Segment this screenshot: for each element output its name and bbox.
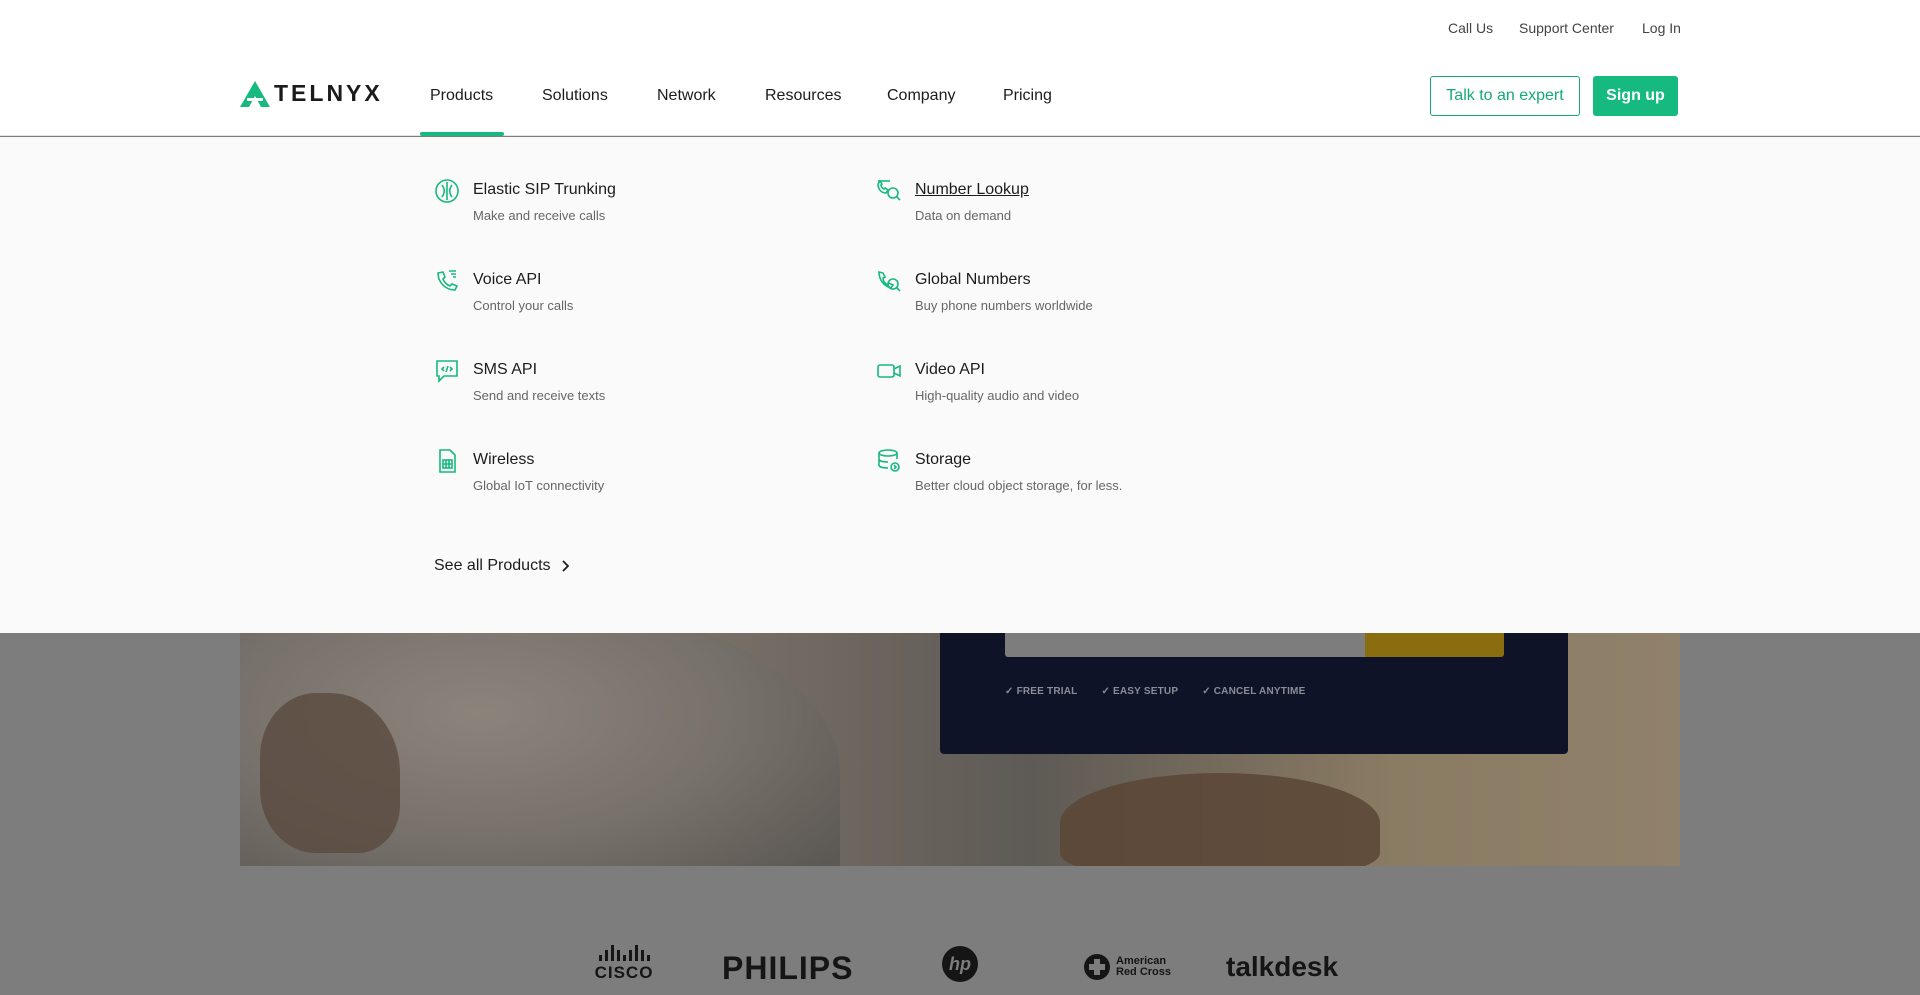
- utility-bar: Call Us Support Center Log In: [0, 0, 1920, 56]
- menu-item-global-numbers[interactable]: Global Numbers Buy phone numbers worldwi…: [876, 268, 1256, 328]
- menu-item-title: Number Lookup: [915, 181, 1029, 198]
- nav-company[interactable]: Company: [887, 87, 955, 105]
- telnyx-logo[interactable]: TELNYX: [240, 80, 383, 107]
- american-red-cross-logo: American Red Cross: [1084, 954, 1176, 980]
- menu-item-title: Global Numbers: [915, 271, 1031, 288]
- menu-item-elastic-sip-trunking[interactable]: Elastic SIP Trunking Make and receive ca…: [434, 178, 814, 238]
- storage-icon: [878, 449, 900, 472]
- talkdesk-logo: talkdesk: [1226, 951, 1339, 982]
- phone-icon: [437, 270, 459, 291]
- philips-logo: PHILIPS: [722, 950, 854, 986]
- nav-network[interactable]: Network: [657, 87, 716, 105]
- menu-item-storage[interactable]: Storage Better cloud object storage, for…: [876, 448, 1256, 508]
- menu-item-title: Wireless: [473, 451, 535, 468]
- benefit-cancel-anytime: ✓ CANCEL ANYTIME: [1202, 686, 1306, 697]
- menu-item-description: Make and receive calls: [473, 208, 606, 223]
- menu-item-description: Send and receive texts: [473, 388, 606, 403]
- video-camera-icon: [877, 364, 901, 378]
- main-nav: TELNYX Products Solutions Network Resour…: [0, 56, 1920, 136]
- support-center-link[interactable]: Support Center: [1519, 20, 1614, 36]
- customer-logos: CISCO PHILIPS hp American Red Cross talk…: [0, 945, 1920, 995]
- hp-logo: hp: [942, 946, 978, 982]
- see-all-products-link[interactable]: See all Products: [434, 557, 569, 575]
- menu-item-video-api[interactable]: Video API High-quality audio and video: [876, 358, 1256, 418]
- menu-item-number-lookup[interactable]: Number Lookup Data on demand: [876, 178, 1256, 238]
- menu-item-title: Storage: [915, 451, 972, 468]
- menu-item-description: Control your calls: [473, 298, 574, 313]
- signup-submit-button[interactable]: [1365, 633, 1504, 657]
- products-dropdown: Elastic SIP Trunking Make and receive ca…: [0, 137, 1920, 633]
- telnyx-logo-text: TELNYX: [274, 80, 383, 106]
- see-all-products-label: See all Products: [434, 557, 551, 574]
- nav-solutions[interactable]: Solutions: [542, 87, 608, 105]
- hero-photo-arm: [260, 693, 400, 853]
- menu-item-description: Global IoT connectivity: [473, 478, 605, 493]
- chevron-right-icon: [561, 560, 569, 572]
- menu-item-description: Data on demand: [915, 208, 1012, 223]
- telnyx-logo-icon: [240, 80, 270, 107]
- menu-item-description: High-quality audio and video: [915, 388, 1080, 403]
- hero-photo-hands: [1060, 773, 1380, 866]
- menu-item-title: Video API: [915, 361, 985, 378]
- talk-to-expert-button[interactable]: Talk to an expert: [1430, 76, 1580, 116]
- global-numbers-icon: [878, 270, 901, 292]
- nav-resources[interactable]: Resources: [765, 87, 841, 105]
- sim-card-icon: [439, 449, 456, 473]
- signup-panel: ✓ FREE TRIAL ✓ EASY SETUP ✓ CANCEL ANYTI…: [940, 633, 1568, 754]
- cisco-logo: CISCO: [592, 945, 656, 985]
- nav-products[interactable]: Products: [430, 87, 493, 105]
- menu-item-description: Buy phone numbers worldwide: [915, 298, 1093, 313]
- call-us-link[interactable]: Call Us: [1448, 20, 1493, 36]
- signup-benefits: ✓ FREE TRIAL ✓ EASY SETUP ✓ CANCEL ANYTI…: [1005, 686, 1305, 697]
- benefit-free-trial: ✓ FREE TRIAL: [1005, 686, 1078, 697]
- menu-item-title: Voice API: [473, 271, 542, 288]
- menu-item-wireless[interactable]: Wireless Global IoT connectivity: [434, 448, 814, 508]
- number-lookup-icon: [876, 178, 901, 201]
- signup-email-input[interactable]: [1005, 633, 1365, 657]
- benefit-easy-setup: ✓ EASY SETUP: [1101, 686, 1179, 697]
- red-cross-icon: [1084, 954, 1110, 980]
- nav-pricing[interactable]: Pricing: [1003, 87, 1052, 105]
- menu-item-sms-api[interactable]: SMS API Send and receive texts: [434, 358, 814, 418]
- sign-up-button[interactable]: Sign up: [1593, 76, 1678, 116]
- log-in-link[interactable]: Log In: [1642, 20, 1681, 36]
- menu-item-title: Elastic SIP Trunking: [473, 181, 616, 198]
- sip-trunk-icon: [435, 179, 459, 203]
- menu-item-title: SMS API: [473, 361, 538, 378]
- menu-item-voice-api[interactable]: Voice API Control your calls: [434, 268, 814, 328]
- active-nav-indicator: [420, 132, 504, 136]
- menu-item-description: Better cloud object storage, for less.: [915, 478, 1123, 493]
- chat-code-icon: [436, 360, 458, 383]
